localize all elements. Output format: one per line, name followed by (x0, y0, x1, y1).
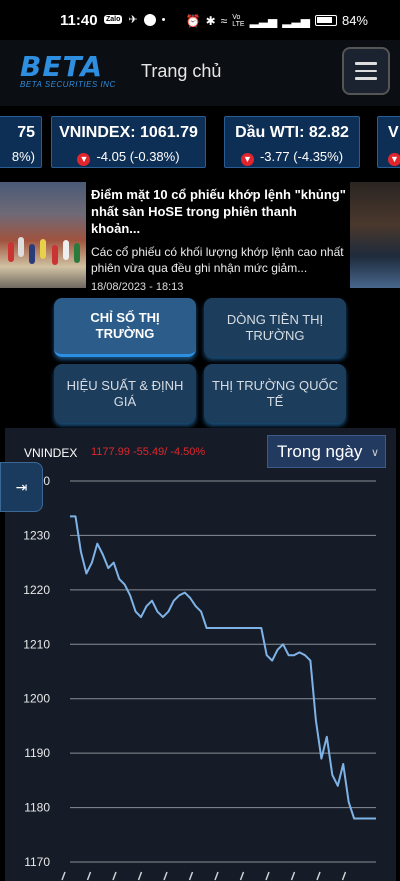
messenger-icon (143, 13, 156, 26)
news-thumbnail-next[interactable] (350, 182, 400, 288)
menu-market-index-button[interactable]: CHỈ SỐ THỊ TRƯỜNG (54, 298, 196, 357)
index-line-chart[interactable]: 11701180119012001210122012301240 (5, 428, 396, 881)
market-ticker[interactable]: 75 8%) VNINDEX: 1061.79 ▼ -4.05 (-0.38%) … (0, 116, 400, 170)
ticker-name: 75 (17, 124, 35, 141)
x-tick-mark (86, 871, 92, 881)
expand-arrow-icon[interactable]: ⇥ (0, 462, 43, 512)
x-tick-mark (214, 871, 219, 881)
ticker-change: -3.77 (-4.35%) (259, 149, 344, 164)
news-headline[interactable]: Điểm mặt 10 cổ phiếu khớp lệnh "khủng" n… (91, 186, 346, 237)
menu-international-market-button[interactable]: THỊ TRƯỜNG QUỐC TẾ (204, 364, 346, 423)
index-chart-panel: VNINDEX 1177.99 -55.49/ -4.50% Trong ngà… (5, 428, 396, 881)
status-time: 11:40 (60, 12, 98, 29)
x-tick-mark (188, 871, 194, 881)
ticker-name: V (388, 124, 399, 141)
zalo-icon: Zalo (104, 15, 123, 24)
y-tick-label: 1220 (23, 583, 50, 597)
y-tick-label: 1230 (23, 528, 50, 542)
ticker-item-wti[interactable]: Dầu WTI: 82.82 ▼ -3.77 (-4.35%) (224, 116, 360, 168)
logo-word: BETA (20, 50, 104, 83)
x-tick-mark (239, 871, 245, 881)
x-tick-mark (137, 871, 143, 881)
x-tick-mark (316, 871, 321, 881)
news-date: 18/08/2023 - 18:13 (91, 281, 184, 293)
ticker-name: VNINDEX: 1061.79 (59, 124, 198, 141)
volte-icon: Vo LTE (232, 13, 245, 28)
ticker-item-vnindex[interactable]: VNINDEX: 1061.79 ▼ -4.05 (-0.38%) (51, 116, 206, 168)
ticker-change: 8%) (11, 149, 35, 164)
y-tick-label: 1180 (24, 801, 50, 815)
news-body: Điểm mặt 10 cổ phiếu khớp lệnh "khủng" n… (91, 186, 346, 293)
battery-percent: 84% (341, 13, 368, 28)
ticker-item[interactable]: 75 8%) (0, 116, 42, 168)
series-line (70, 515, 376, 820)
x-tick-mark (265, 871, 270, 881)
news-summary: Các cổ phiếu có khối lượng khớp lệnh cao… (91, 245, 344, 275)
telegram-icon: ✈ (128, 14, 138, 26)
down-arrow-icon: ▼ (77, 153, 91, 166)
status-bar: 11:40 Zalo ✈ • ⏰ ✱ ≈ Vo LTE ▂▃▅ ▂▃▅ 84% (0, 0, 400, 40)
x-tick-mark (290, 871, 296, 881)
menu-money-flow-button[interactable]: DÒNG TIỀN THỊ TRƯỜNG (204, 298, 346, 357)
ticker-name: Dầu WTI: 82.82 (235, 124, 349, 141)
hamburger-icon (355, 62, 377, 65)
ticker-change: -4.05 (-0.38%) (96, 149, 180, 164)
notification-icons: Zalo ✈ • (104, 13, 165, 26)
y-tick-label: 1190 (24, 746, 50, 760)
y-tick-label: 1210 (23, 637, 50, 651)
beta-logo[interactable]: BETA BETA SECURITIES INC (20, 50, 116, 89)
x-tick-mark (163, 871, 168, 881)
y-tick-label: 1200 (23, 692, 50, 706)
app-header: BETA BETA SECURITIES INC Trang chủ (0, 40, 400, 106)
down-arrow-icon: ▼ (388, 153, 400, 166)
ticker-item[interactable]: V ▼ (377, 116, 400, 168)
system-icons: ⏰ ✱ ≈ Vo LTE ▂▃▅ ▂▃▅ 84% (186, 13, 368, 28)
page-title: Trang chủ (141, 61, 222, 81)
hamburger-menu-button[interactable] (342, 47, 390, 95)
news-card[interactable]: Điểm mặt 10 cổ phiếu khớp lệnh "khủng" n… (0, 182, 400, 293)
signal-icon: ▂▃▅ (282, 13, 310, 28)
logo-subtitle: BETA SECURITIES INC (20, 80, 116, 89)
bluetooth-icon: ✱ (205, 13, 216, 28)
x-tick-mark (341, 871, 347, 881)
news-thumbnail (0, 182, 86, 288)
down-arrow-icon: ▼ (240, 153, 254, 166)
signal-icon: ▂▃▅ (249, 13, 278, 28)
dot-icon: • (161, 13, 166, 26)
y-tick-label: 1170 (24, 855, 50, 869)
alarm-icon: ⏰ (185, 13, 201, 28)
x-tick-mark (112, 871, 117, 881)
wifi-icon: ≈ (220, 13, 228, 28)
menu-performance-valuation-button[interactable]: HIỆU SUẤT & ĐỊNH GIÁ (54, 364, 196, 423)
battery-icon (314, 15, 337, 26)
x-tick-mark (61, 871, 66, 881)
